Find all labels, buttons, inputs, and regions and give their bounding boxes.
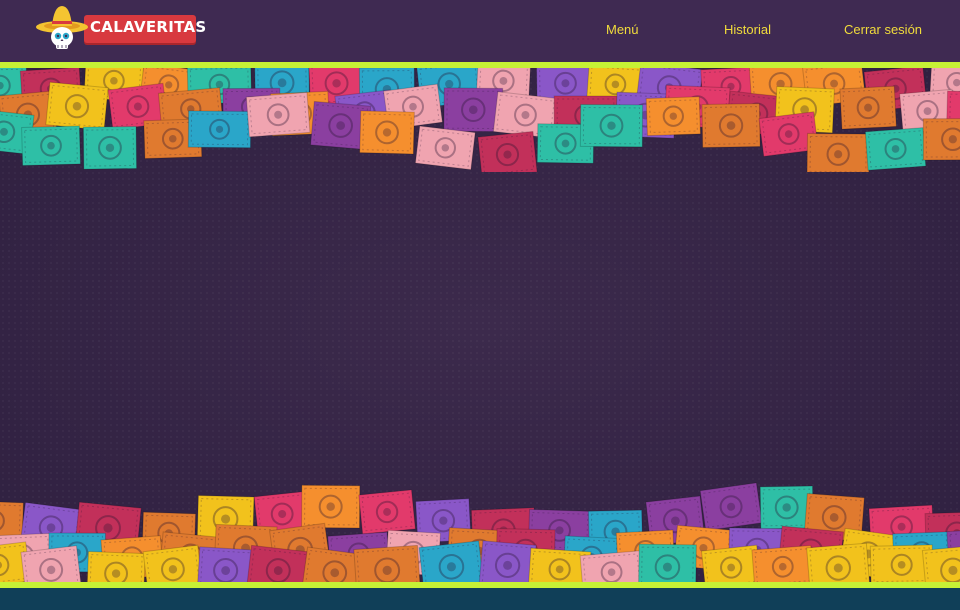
brand-logo[interactable]: CALAVERITAS xyxy=(36,4,206,49)
papel-picado-flag xyxy=(806,542,871,582)
papel-picado-flag xyxy=(579,103,644,148)
nav-menu-link[interactable]: Menú xyxy=(606,22,639,37)
brand-name: CALAVERITAS xyxy=(90,18,207,36)
papel-picado-flag xyxy=(20,545,82,582)
papel-picado-flag xyxy=(245,91,311,138)
papel-picado-flag xyxy=(353,544,421,582)
papel-picado-flag xyxy=(418,540,485,582)
papel-picado-flag xyxy=(301,484,361,529)
papel-picado-flag xyxy=(187,110,252,149)
papel-picado-flag xyxy=(864,127,927,171)
papel-picado-flag xyxy=(21,125,81,167)
papel-picado-flag xyxy=(358,489,416,535)
papel-picado-flag xyxy=(478,540,537,582)
papel-picado-flag xyxy=(839,85,897,130)
papel-picado-flag xyxy=(806,132,870,172)
papel-picado-flag xyxy=(579,550,644,582)
papel-picado-flag xyxy=(921,544,960,582)
papel-picado-flag xyxy=(245,544,311,582)
nav-historial-link[interactable]: Historial xyxy=(724,22,771,37)
papel-picado-flag xyxy=(414,125,476,171)
skull-sombrero-logo-icon xyxy=(36,6,88,49)
page-footer xyxy=(0,588,960,610)
papel-picado-flag xyxy=(477,130,538,172)
papel-picado-flag xyxy=(645,96,701,137)
papel-picado-flag xyxy=(638,543,697,582)
papel-picado-flag xyxy=(86,550,146,582)
papel-picado-flag xyxy=(45,81,109,131)
papel-picado-flag xyxy=(82,126,138,170)
papel-picado-flag xyxy=(359,110,415,155)
top-navigation-bar: CALAVERITAS Menú Historial Cerrar sesión xyxy=(0,0,960,62)
papel-picado-bottom-decoration xyxy=(0,482,960,582)
main-content-area xyxy=(0,68,960,582)
papel-picado-flag xyxy=(699,482,763,532)
nav-logout-link[interactable]: Cerrar sesión xyxy=(844,22,922,37)
papel-picado-flag xyxy=(142,544,204,582)
papel-picado-flag xyxy=(922,118,960,161)
papel-picado-flag xyxy=(751,544,815,582)
papel-picado-flag xyxy=(701,103,761,148)
papel-picado-top-decoration xyxy=(0,68,960,172)
papel-picado-flag xyxy=(196,546,255,582)
